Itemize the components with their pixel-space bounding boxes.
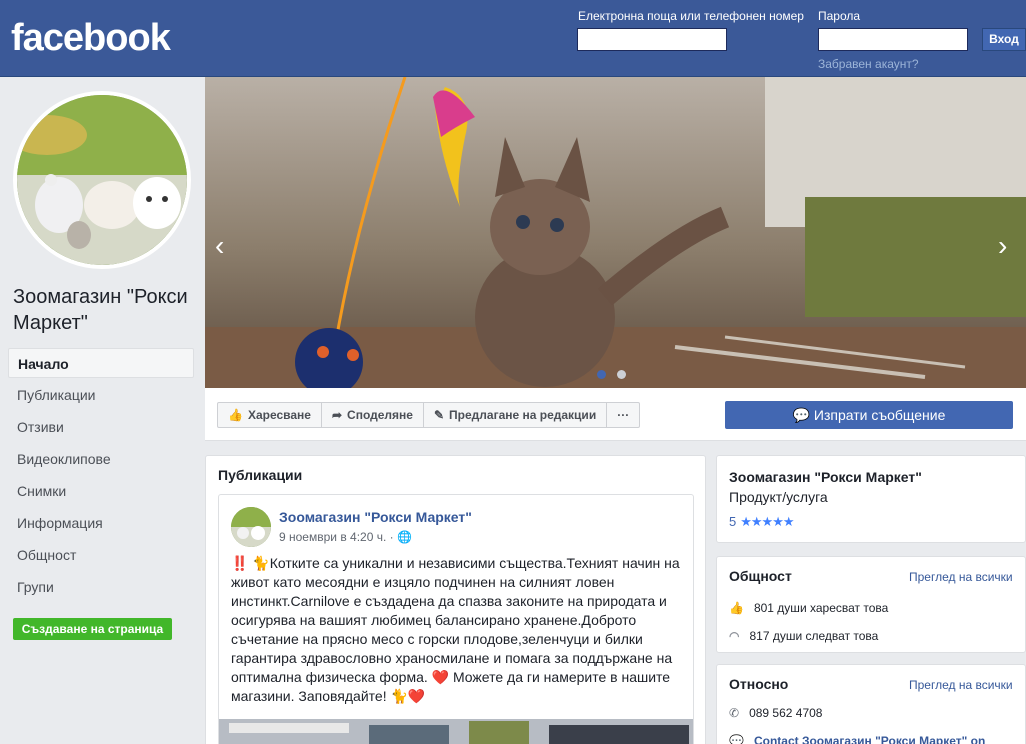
post-avatar[interactable] bbox=[231, 507, 271, 547]
pets-photo-icon bbox=[17, 95, 187, 265]
share-arrow-icon: ➦ bbox=[331, 408, 343, 422]
post-date[interactable]: 9 ноември в 4:20 ч. · 🌐 bbox=[279, 530, 412, 544]
follows-row: ◠ 817 души следват това bbox=[729, 629, 878, 643]
page-info-card: Зоомагазин "Рокси Маркет" Продукт/услуга… bbox=[716, 455, 1026, 543]
likes-row: 👍 801 души харесват това bbox=[729, 601, 888, 615]
phone-row: ✆ 089 562 4708 bbox=[729, 706, 822, 720]
page-actions: 👍 Харесване ➦ Споделяне ✎ Предлагане на ред… bbox=[217, 402, 641, 428]
sidebar-item-home[interactable]: Начало bbox=[8, 348, 194, 378]
like-label: Харесване bbox=[247, 408, 311, 422]
posts-card: Публикации Зоомагазин "Рокси Маркет" 9 н… bbox=[205, 455, 706, 744]
about-title: Относно bbox=[729, 676, 789, 692]
shop-shelves-image bbox=[219, 719, 693, 744]
like-button[interactable]: 👍 Харесване bbox=[218, 403, 322, 427]
contact-row: 💬 Contact Зоомагазин "Рокси Маркет" on bbox=[729, 734, 985, 744]
sidebar-item-groups[interactable]: Групи bbox=[8, 572, 194, 602]
create-page-button[interactable]: Създаване на страница bbox=[13, 618, 172, 640]
login-button[interactable]: Вход bbox=[982, 28, 1026, 51]
posts-title: Публикации bbox=[218, 467, 303, 483]
password-input[interactable] bbox=[818, 28, 968, 51]
facebook-logo[interactable]: facebook bbox=[11, 17, 171, 60]
post: Зоомагазин "Рокси Маркет" 9 ноември в 4:… bbox=[218, 494, 694, 744]
rss-icon: ◠ bbox=[729, 629, 740, 643]
info-page-name[interactable]: Зоомагазин "Рокси Маркет" bbox=[729, 469, 922, 485]
suggest-label: Предлагане на редакции bbox=[449, 408, 597, 422]
star-rating-icon: ★★★★★ bbox=[740, 514, 794, 529]
more-button[interactable]: ··· bbox=[607, 403, 639, 427]
post-image[interactable] bbox=[219, 719, 693, 744]
community-card: Общност Преглед на всички 👍 801 души хар… bbox=[716, 556, 1026, 653]
cover-prev-arrow-icon[interactable]: ‹ bbox=[215, 230, 224, 262]
about-card: Относно Преглед на всички ✆ 089 562 4708… bbox=[716, 664, 1026, 744]
sidebar-item-videos[interactable]: Видеоклипове bbox=[8, 444, 194, 474]
info-category[interactable]: Продукт/услуга bbox=[729, 489, 828, 505]
forgot-account-link[interactable]: Забравен акаунт? bbox=[818, 57, 919, 71]
post-author[interactable]: Зоомагазин "Рокси Маркет" bbox=[279, 509, 472, 525]
messenger-icon: 💬 bbox=[729, 734, 744, 744]
page-avatar[interactable] bbox=[13, 91, 191, 269]
action-bar: 👍 Харесване ➦ Споделяне ✎ Предлагане на ред… bbox=[205, 388, 1026, 441]
sidebar-item-posts[interactable]: Публикации bbox=[8, 380, 194, 410]
likes-count[interactable]: 801 души харесват това bbox=[754, 601, 888, 615]
community-title: Общност bbox=[729, 568, 792, 584]
rating[interactable]: 5 ★★★★★ bbox=[729, 514, 795, 530]
send-message-button[interactable]: 💬 Изпрати съобщение bbox=[725, 401, 1013, 429]
contact-link[interactable]: Contact Зоомагазин "Рокси Маркет" on bbox=[754, 734, 985, 744]
thumbs-up-icon: 👍 bbox=[729, 601, 744, 615]
phone-number[interactable]: 089 562 4708 bbox=[749, 706, 822, 720]
top-bar: facebook Електронна поща или телефонен н… bbox=[0, 0, 1026, 77]
rating-value: 5 bbox=[729, 514, 737, 529]
share-button[interactable]: ➦ Споделяне bbox=[322, 403, 424, 427]
cover-next-arrow-icon[interactable]: › bbox=[998, 230, 1007, 262]
kitten-cover-image bbox=[205, 77, 1026, 388]
pencil-icon: ✎ bbox=[433, 408, 445, 422]
thumbs-up-icon: 👍 bbox=[228, 408, 243, 422]
email-label: Електронна поща или телефонен номер bbox=[578, 9, 804, 23]
globe-icon: 🌐 bbox=[396, 530, 412, 544]
share-label: Споделяне bbox=[347, 408, 413, 422]
community-see-all-link[interactable]: Преглед на всички bbox=[909, 570, 1013, 584]
page-name[interactable]: Зоомагазин "Рокси Маркет" bbox=[13, 284, 198, 336]
about-see-all-link[interactable]: Преглед на всички bbox=[909, 678, 1013, 692]
carousel-dot-active[interactable] bbox=[597, 370, 606, 379]
cover-photo[interactable] bbox=[205, 77, 1026, 388]
sidebar-item-photos[interactable]: Снимки bbox=[8, 476, 194, 506]
post-date-text: 9 ноември в 4:20 ч. · bbox=[279, 530, 394, 544]
sidebar-item-reviews[interactable]: Отзиви bbox=[8, 412, 194, 442]
follows-count[interactable]: 817 души следват това bbox=[749, 629, 878, 643]
post-text: ‼️ 🐈Котките са уникални и независими същ… bbox=[231, 555, 680, 704]
carousel-dot[interactable] bbox=[617, 370, 626, 379]
messenger-icon: 💬 bbox=[792, 407, 811, 423]
email-input[interactable] bbox=[577, 28, 727, 51]
send-message-label: Изпрати съобщение bbox=[813, 407, 946, 423]
sidebar-item-about[interactable]: Информация bbox=[8, 508, 194, 538]
phone-icon: ✆ bbox=[729, 706, 740, 720]
sidebar-item-community[interactable]: Общност bbox=[8, 540, 194, 570]
suggest-edits-button[interactable]: ✎ Предлагане на редакции bbox=[424, 403, 608, 427]
pets-thumb-icon bbox=[231, 507, 271, 547]
password-label: Парола bbox=[818, 9, 861, 23]
